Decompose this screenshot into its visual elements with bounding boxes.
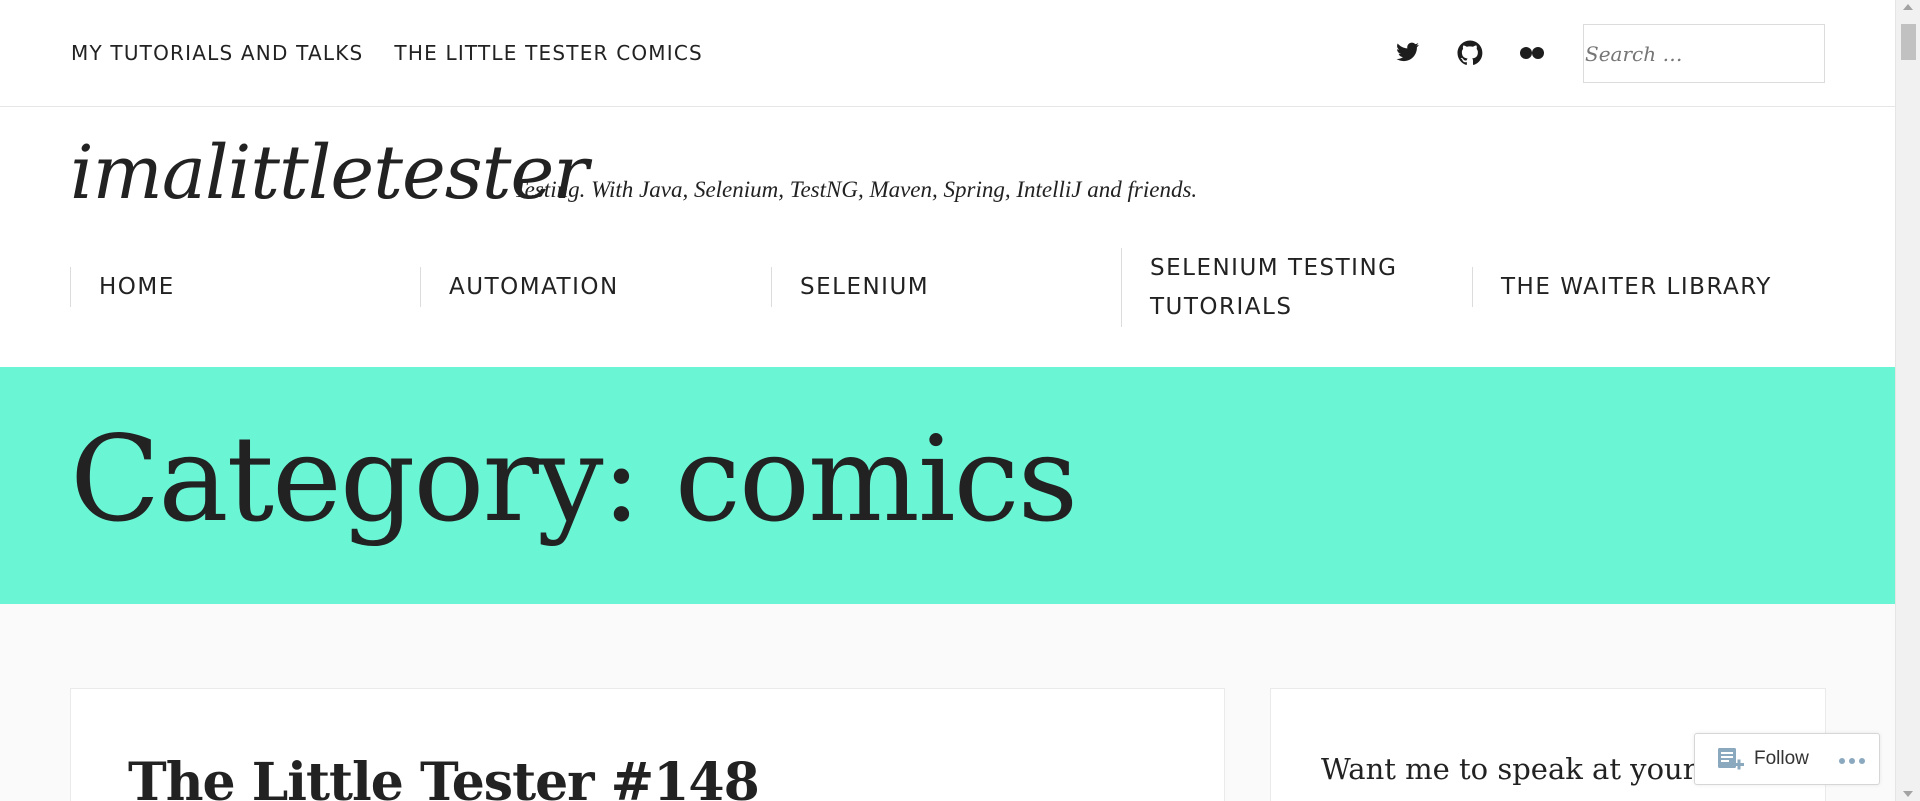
scroll-up-arrow-icon[interactable] [1903,4,1913,10]
site-description: Testing. With Java, Selenium, TestNG, Ma… [514,177,1198,202]
nav-item-home[interactable]: HOME [70,267,175,307]
scrollbar-thumb[interactable] [1901,24,1916,60]
flickr-icon[interactable] [1517,38,1545,66]
nav-item-selenium[interactable]: SELENIUM [771,267,929,307]
category-banner: Category: comics [0,367,1895,604]
social-links [1393,38,1545,66]
twitter-icon[interactable] [1393,38,1421,66]
more-options-icon[interactable] [1839,758,1865,764]
top-bar: MY TUTORIALS AND TALKS THE LITTLE TESTER… [0,0,1895,107]
content-area: The Little Tester #148 Want me to speak … [0,604,1895,801]
post-card: The Little Tester #148 [70,688,1225,801]
top-menu-item-tutorials[interactable]: MY TUTORIALS AND TALKS [71,41,363,65]
nav-item-automation[interactable]: AUTOMATION [420,267,619,307]
site-title[interactable]: imalittletester [70,126,589,220]
top-menu: MY TUTORIALS AND TALKS THE LITTLE TESTER… [71,41,703,65]
nav-item-label: SELENIUM [800,273,930,300]
sidebar-widget-text: Want me to speak at your ev [1321,752,1740,786]
post-title[interactable]: The Little Tester #148 [128,752,760,801]
top-menu-item-comics[interactable]: THE LITTLE TESTER COMICS [394,41,703,65]
search-input[interactable] [1584,25,1824,82]
page-title: Category: comics [70,410,1078,548]
page: MY TUTORIALS AND TALKS THE LITTLE TESTER… [0,0,1895,801]
nav-item-selenium-testing-tutorials[interactable]: SELENIUM TESTING TUTORIALS [1121,248,1451,327]
follow-label: Follow [1754,748,1809,769]
scrollbar[interactable] [1895,0,1920,801]
reader-follow-icon [1715,744,1745,774]
search-box [1583,24,1825,83]
nav-item-label: THE WAITER LIBRARY [1501,273,1772,300]
scroll-down-arrow-icon[interactable] [1903,791,1913,797]
nav-item-label: SELENIUM TESTING TUTORIALS [1150,254,1398,320]
github-icon[interactable] [1455,38,1483,66]
nav-item-label: AUTOMATION [449,273,619,300]
main-nav: HOME AUTOMATION SELENIUM SELENIUM TESTIN… [70,245,1825,327]
follow-button[interactable]: Follow [1694,733,1880,785]
nav-item-waiter-library[interactable]: THE WAITER LIBRARY [1472,267,1772,307]
nav-item-label: HOME [99,273,175,300]
